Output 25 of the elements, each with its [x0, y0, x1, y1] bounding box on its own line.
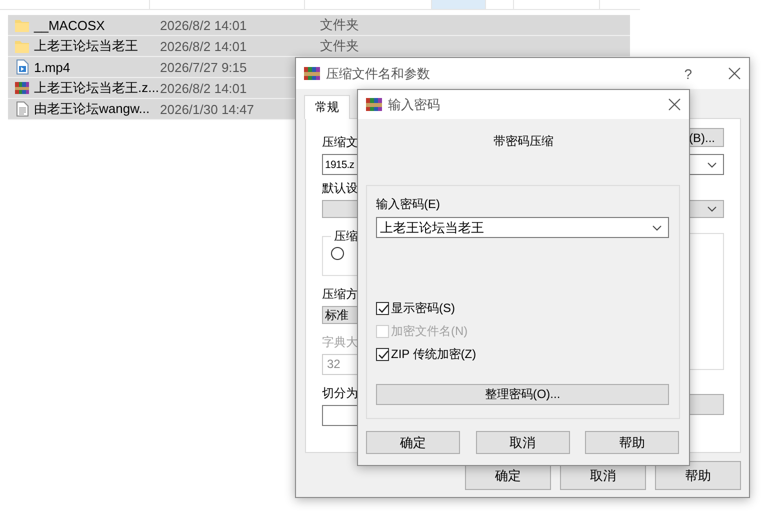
field-label: 默认设 [322, 180, 358, 197]
file-type: 文件夹 [320, 37, 359, 55]
file-type: 文件夹 [320, 16, 359, 34]
field-label: 切分为 [322, 385, 358, 402]
field-label: 压缩方 [322, 286, 358, 303]
field-label: 字典大 [322, 334, 358, 351]
file-date: 2026/1/30 14:47 [160, 102, 254, 116]
checkbox-label: ZIP 传统加密(Z) [391, 346, 476, 363]
field-label: 输入密码(E) [376, 196, 440, 213]
file-date: 2026/8/2 14:01 [160, 38, 247, 54]
file-name: __MACOSX [34, 18, 105, 32]
file-name: 上老王论坛当老王 [34, 37, 138, 55]
window-title: 压缩文件名和参数 [326, 64, 431, 82]
file-date: 2026/8/2 14:01 [160, 18, 247, 32]
file-name: 由老王论坛wangw... [34, 100, 150, 118]
file-date: 2026/7/27 9:15 [160, 60, 247, 74]
checkbox-label: 加密文件名(N) [391, 323, 468, 340]
field-label: 压缩文 [322, 134, 358, 151]
file-name: 上老王论坛当老王.z... [34, 79, 159, 97]
file-name: 1.mp4 [34, 60, 70, 74]
window-title: 输入密码 [388, 96, 441, 114]
file-date: 2026/8/2 14:01 [160, 80, 247, 96]
group-label: 压缩 [333, 228, 359, 245]
checkbox-label: 显示密码(S) [391, 300, 455, 317]
dialog-heading: 带密码压缩 [494, 133, 554, 150]
